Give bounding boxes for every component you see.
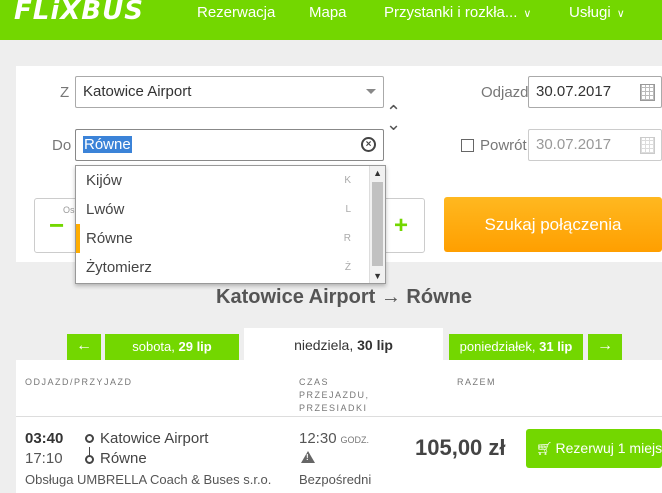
calendar-icon[interactable]: [640, 137, 655, 154]
trip-to-station[interactable]: Równe: [100, 450, 147, 467]
scroll-up-icon[interactable]: ▲: [373, 168, 382, 178]
nav-przystanki[interactable]: Przystanki i rozkła... ∨: [384, 4, 531, 21]
col-header-time-1: CZAS: [299, 377, 330, 387]
clear-icon[interactable]: ×: [361, 137, 376, 152]
nav-mapa[interactable]: Mapa: [309, 4, 347, 21]
return-label: Powrót: [480, 137, 527, 154]
tab-prev-day-date: 29 lip: [178, 339, 212, 354]
scroll-down-icon[interactable]: ▼: [373, 271, 382, 281]
col-header-time-3: PRZESIADKI: [299, 403, 368, 413]
cart-icon: 🛒︎: [536, 441, 553, 456]
caret-down-icon: [366, 89, 376, 94]
nav-rezerwacja[interactable]: Rezerwacja: [197, 4, 275, 21]
tab-next-day-name: poniedziałek,: [459, 339, 540, 354]
scrollbar-thumb[interactable]: [372, 182, 383, 266]
col-header-route: ODJAZD/PRZYJAZD: [25, 377, 133, 387]
nav-przystanki-label: Przystanki i rozkła...: [384, 4, 518, 21]
nav-uslugi[interactable]: Usługi ∨: [569, 4, 625, 21]
stop-dot-icon: [85, 455, 94, 464]
book-button-label: Rezerwuj 1 miejsce: [555, 440, 662, 456]
minus-button[interactable]: −: [49, 210, 64, 241]
col-header-time-2: PRZEJAZDU,: [299, 390, 370, 400]
dropdown-item[interactable]: Kijów K: [76, 166, 369, 195]
trip-duration: 12:30 GODZ.: [299, 430, 369, 447]
arrival-time: 17:10: [25, 450, 63, 467]
dropdown-item-key: Ż: [344, 262, 351, 273]
departure-label: Odjazd: [481, 84, 529, 101]
passengers-label: Os: [63, 205, 75, 215]
transfers-text: Bezpośredni: [299, 472, 372, 487]
book-button[interactable]: 🛒︎Rezerwuj 1 miejsce: [526, 429, 662, 468]
divider: [16, 416, 662, 417]
to-input[interactable]: Równe ×: [75, 129, 384, 161]
tab-next-day-date: 31 lip: [539, 339, 573, 354]
dropdown-item[interactable]: Żytomierz Ż: [76, 253, 369, 282]
flixbus-logo[interactable]: FLiXBUS: [14, 0, 144, 26]
dropdown-item-name: Lwów: [86, 201, 125, 218]
col-header-price: RAZEM: [457, 377, 496, 387]
route-to: Równe: [406, 286, 472, 308]
departure-time: 03:40: [25, 430, 64, 447]
trip-from-station[interactable]: Katowice Airport: [100, 430, 208, 447]
dropdown-item-name: Równe: [86, 230, 133, 247]
tab-current-day-name: niedziela,: [294, 337, 358, 353]
tab-next-day[interactable]: poniedziałek, 31 lip: [449, 334, 583, 360]
autocomplete-dropdown: Kijów K Lwów L Równe R Żytomierz Ż ▲ ▼: [75, 165, 386, 284]
dropdown-item[interactable]: Lwów L: [76, 195, 369, 224]
to-value: Równe: [83, 136, 132, 153]
tab-current-day-date: 30 lip: [357, 337, 393, 353]
tab-prev-day[interactable]: sobota, 29 lip: [105, 334, 239, 360]
trip-duration-value: 12:30: [299, 430, 337, 447]
warning-icon[interactable]: [301, 451, 315, 463]
tab-current-day[interactable]: niedziela, 30 lip: [244, 328, 443, 360]
return-date-value: 30.07.2017: [536, 136, 612, 153]
dropdown-item-key: K: [344, 175, 351, 186]
dropdown-scrollbar[interactable]: ▲ ▼: [369, 166, 385, 283]
trip-price: 105,00 zł: [415, 435, 506, 460]
search-button[interactable]: Szukaj połączenia: [444, 197, 662, 252]
swap-arrows-icon[interactable]: ⌃ ⌄: [386, 103, 401, 133]
from-label: Z: [60, 84, 70, 101]
departure-date-value: 30.07.2017: [536, 83, 612, 100]
dropdown-item-active[interactable]: Równe R: [76, 224, 369, 253]
from-select[interactable]: Katowice Airport: [75, 76, 384, 108]
top-nav-bar: FLiXBUS Rezerwacja Mapa Przystanki i roz…: [0, 0, 662, 40]
dropdown-item-key: R: [343, 233, 351, 244]
prev-date-button[interactable]: ←: [67, 334, 101, 360]
next-date-button[interactable]: →: [588, 334, 622, 360]
route-arrow-icon: →: [380, 286, 401, 308]
nav-uslugi-label: Usługi: [569, 4, 611, 21]
route-title: Katowice Airport → Równe: [0, 286, 662, 309]
dropdown-item-key: L: [345, 204, 351, 215]
stop-dot-icon: [85, 434, 94, 443]
route-from: Katowice Airport: [216, 286, 376, 308]
to-label: Do: [52, 137, 72, 154]
col-header-time: CZAS PRZEJAZDU, PRZESIADKI: [299, 376, 370, 415]
plus-button[interactable]: +: [394, 212, 408, 240]
from-value: Katowice Airport: [83, 83, 192, 100]
chevron-down-icon: ∨: [523, 8, 532, 20]
chevron-down-icon: ∨: [616, 8, 625, 20]
calendar-icon[interactable]: [640, 84, 655, 101]
return-date-field[interactable]: 30.07.2017: [528, 129, 662, 161]
dropdown-item-name: Żytomierz: [86, 259, 152, 276]
tab-prev-day-name: sobota,: [132, 339, 179, 354]
trip-duration-unit: GODZ.: [340, 435, 370, 445]
departure-date-field[interactable]: 30.07.2017: [528, 76, 662, 108]
return-checkbox[interactable]: [461, 139, 474, 152]
dropdown-item-name: Kijów: [86, 172, 122, 189]
operator-text: Obsługa UMBRELLA Coach & Buses s.r.o.: [25, 472, 272, 487]
